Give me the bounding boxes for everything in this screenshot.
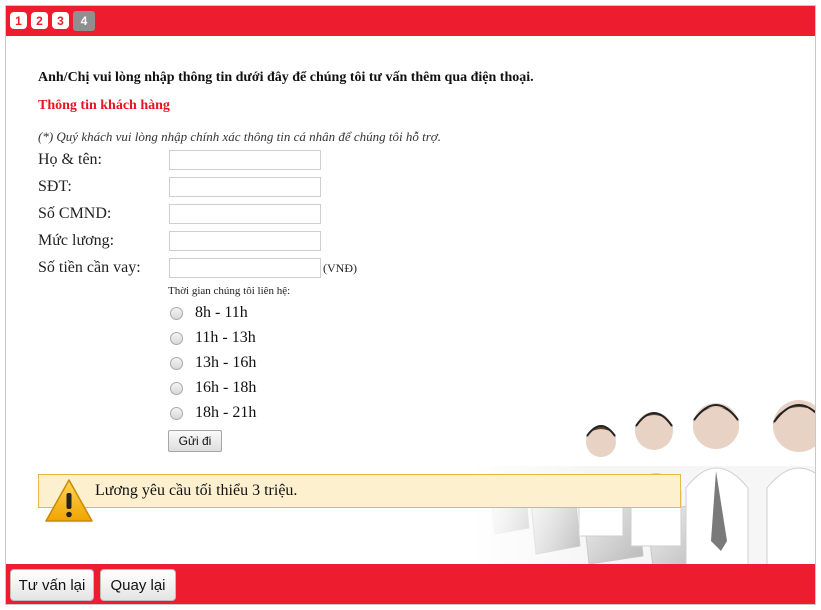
name-input[interactable] [169,150,321,170]
currency-unit: (VNĐ) [323,260,357,275]
intro-text: Anh/Chị vui lòng nhập thông tin dưới đây… [38,70,534,85]
name-row: Họ & tên: [38,150,321,170]
step-4-active[interactable]: 4 [73,11,95,31]
radio-button[interactable] [170,406,183,420]
salary-row: Mức lương: [38,231,321,251]
name-label: Họ & tên: [38,151,102,168]
salary-input[interactable] [169,231,321,251]
time-option-4[interactable]: 16h - 18h [170,379,256,397]
section-title: Thông tin khách hàng [38,98,170,113]
loan-amount-label: Số tiền cần vay: [38,259,141,276]
time-option-label: 16h - 18h [195,379,257,396]
back-button[interactable]: Quay lại [100,569,176,601]
time-option-5[interactable]: 18h - 21h [170,404,256,422]
time-option-3[interactable]: 13h - 16h [170,354,256,372]
call-center-illustration [471,376,815,566]
radio-button[interactable] [170,356,183,370]
top-bar: 1 2 3 4 [6,6,815,36]
phone-input[interactable] [169,177,321,197]
warning-alert: Lương yêu cầu tối thiểu 3 triệu. [38,474,681,508]
submit-button[interactable]: Gửi đi [168,430,222,452]
step-1[interactable]: 1 [10,12,27,29]
loan-amount-input[interactable] [169,258,321,278]
step-2[interactable]: 2 [31,12,48,29]
time-option-label: 11h - 13h [195,329,256,346]
radio-button[interactable] [170,381,183,395]
radio-button[interactable] [170,306,183,320]
time-option-label: 18h - 21h [195,404,257,421]
step-3[interactable]: 3 [52,12,69,29]
phone-label: SĐT: [38,178,72,195]
phone-row: SĐT: [38,177,321,197]
time-option-label: 8h - 11h [195,304,248,321]
consult-again-button[interactable]: Tư vấn lại [10,569,94,601]
id-number-input[interactable] [169,204,321,224]
loan-amount-row: Số tiền cần vay: (VNĐ) [38,258,357,278]
time-option-1[interactable]: 8h - 11h [170,304,248,322]
contact-time-label: Thời gian chúng tôi liên hệ: [168,285,291,297]
radio-button[interactable] [170,331,183,345]
time-option-2[interactable]: 11h - 13h [170,329,256,347]
dialog-frame: 1 2 3 4 Anh/Chị vui lòng nhập thông tin … [5,5,816,605]
id-number-row: Số CMND: [38,204,321,224]
id-number-label: Số CMND: [38,205,112,222]
warning-icon [45,479,93,522]
required-note: (*) Quý khách vui lòng nhập chính xác th… [38,129,441,144]
step-indicator: 1 2 3 4 [10,11,95,31]
salary-label: Mức lương: [38,232,115,249]
alert-message: Lương yêu cầu tối thiểu 3 triệu. [95,482,298,499]
time-option-label: 13h - 16h [195,354,257,371]
